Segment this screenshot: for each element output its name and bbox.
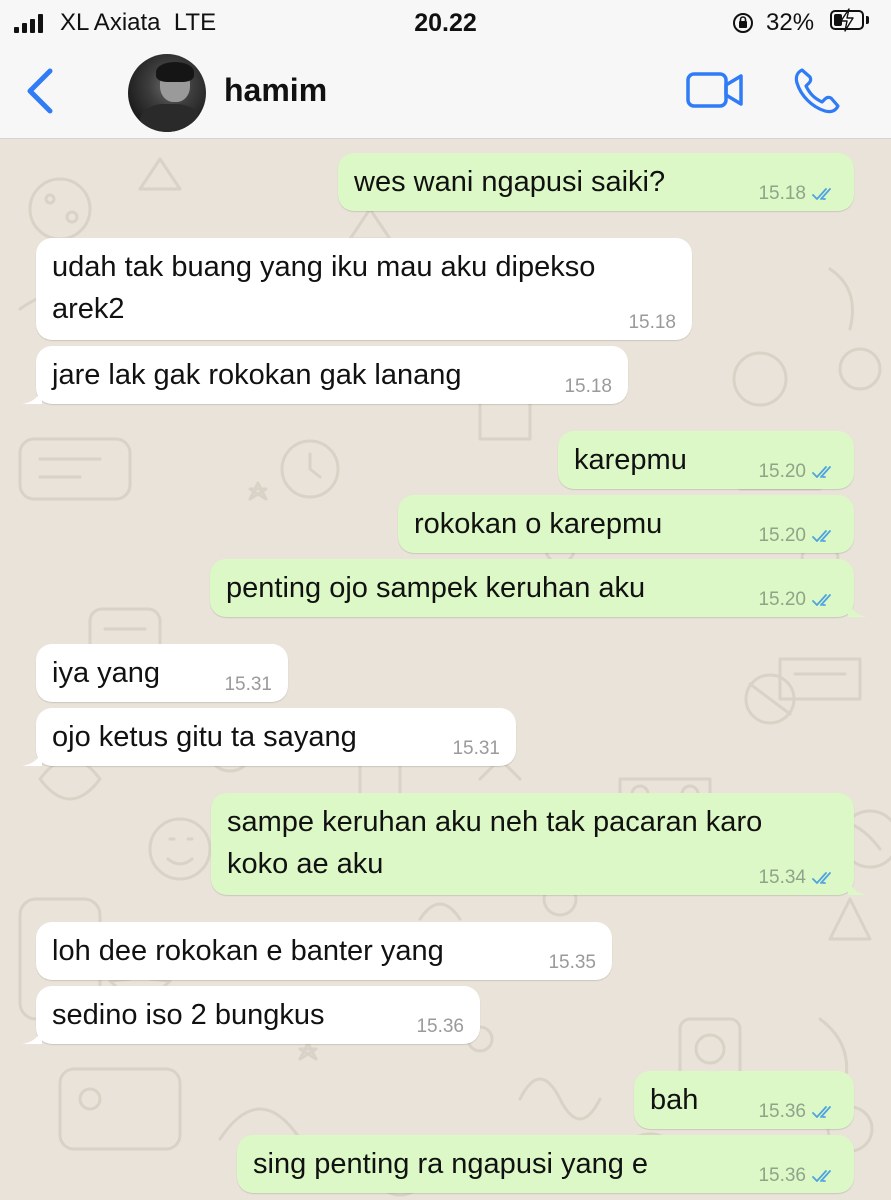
incoming-message[interactable]: udah tak buang yang iku mau aku dipekso … — [36, 238, 692, 340]
message-time: 15.36 — [416, 1016, 464, 1037]
message-meta: 15.36 — [758, 1165, 838, 1187]
message-time: 15.36 — [758, 1101, 806, 1122]
outgoing-message[interactable]: karepmu 15.20 — [558, 431, 854, 489]
message-text: penting ojo sampek keruhan aku — [226, 572, 646, 604]
message-meta: 15.34 — [758, 867, 838, 889]
video-camera-icon[interactable] — [686, 70, 744, 110]
message-text: iya yang — [52, 657, 161, 689]
message-text: bah — [650, 1084, 699, 1116]
message-meta: 15.20 — [758, 525, 838, 547]
message-meta: 15.18 — [564, 376, 612, 398]
message-time: 15.36 — [758, 1165, 806, 1186]
battery-nub — [866, 16, 869, 24]
charging-bolt-icon — [840, 8, 854, 32]
message-text: sing penting ra ngapusi yang e — [253, 1148, 649, 1180]
message-list[interactable]: wes wani ngapusi saiki? 15.18 udah tak bua… — [0, 139, 891, 1200]
message-text: rokokan o karepmu — [414, 508, 663, 540]
outgoing-message[interactable]: bah 15.36 — [634, 1071, 854, 1129]
message-text: udah tak buang yang iku mau aku dipekso … — [52, 251, 596, 325]
message-meta: 15.31 — [452, 738, 500, 760]
status-bar: XL Axiata LTE 20.22 32% — [0, 0, 891, 46]
outgoing-message[interactable]: sing penting ra ngapusi yang e 15.36 — [237, 1135, 854, 1193]
message-meta: 15.31 — [224, 674, 272, 696]
bubble-tail — [22, 748, 42, 766]
message-meta: 15.18 — [758, 183, 838, 205]
message-time: 15.20 — [758, 525, 806, 546]
read-receipt-icon — [812, 594, 831, 606]
message-time: 15.31 — [452, 738, 500, 759]
incoming-message[interactable]: ojo ketus gitu ta sayang 15.31 — [22, 708, 516, 766]
message-meta: 15.36 — [758, 1101, 838, 1123]
message-time: 15.20 — [758, 461, 806, 482]
clock: 20.22 — [414, 9, 477, 37]
message-time: 15.31 — [224, 674, 272, 695]
message-time: 15.18 — [758, 183, 806, 204]
incoming-message[interactable]: jare lak gak rokokan gak lanang 15.18 — [22, 346, 628, 404]
back-chevron-icon[interactable] — [22, 68, 58, 114]
contact-name[interactable]: hamim — [224, 72, 327, 109]
read-receipt-icon — [812, 530, 831, 542]
message-text: ojo ketus gitu ta sayang — [52, 721, 357, 753]
message-meta: 15.20 — [758, 461, 838, 483]
message-meta: 15.18 — [628, 312, 676, 334]
incoming-message[interactable]: sedino iso 2 bungkus 15.36 — [22, 986, 480, 1044]
message-text: wes wani ngapusi saiki? — [354, 166, 666, 198]
message-text: sedino iso 2 bungkus — [52, 999, 325, 1031]
avatar-body-shape — [140, 104, 200, 132]
incoming-message[interactable]: loh dee rokokan e banter yang 15.35 — [36, 922, 612, 980]
outgoing-message[interactable]: sampe keruhan aku neh tak pacaran karo k… — [211, 793, 868, 895]
message-meta: 15.20 — [758, 589, 838, 611]
message-text: jare lak gak rokokan gak lanang — [52, 359, 462, 391]
read-receipt-icon — [812, 1106, 831, 1118]
read-receipt-icon — [812, 1170, 831, 1182]
rotation-lock-icon — [733, 13, 753, 33]
read-receipt-icon — [812, 188, 831, 200]
read-receipt-icon — [812, 466, 831, 478]
message-time: 15.18 — [628, 312, 676, 333]
incoming-message[interactable]: iya yang 15.31 — [36, 644, 288, 702]
bubble-tail — [848, 877, 868, 895]
message-text: karepmu — [574, 444, 687, 476]
battery-percent: 32% — [766, 9, 815, 36]
chat-header: hamim — [0, 46, 891, 139]
message-meta: 15.35 — [548, 952, 596, 974]
avatar[interactable] — [128, 54, 206, 132]
avatar-hair-shape — [156, 62, 194, 82]
message-text: sampe keruhan aku neh tak pacaran karo k… — [227, 806, 763, 880]
message-time: 15.34 — [758, 867, 806, 888]
outgoing-message[interactable]: rokokan o karepmu 15.20 — [398, 495, 854, 553]
message-time: 15.18 — [564, 376, 612, 397]
outgoing-message[interactable]: wes wani ngapusi saiki? 15.18 — [338, 153, 854, 211]
message-time: 15.35 — [548, 952, 596, 973]
message-meta: 15.36 — [416, 1016, 464, 1038]
bubble-tail — [22, 386, 42, 404]
phone-icon[interactable] — [792, 66, 842, 116]
bubble-tail — [848, 599, 868, 617]
message-time: 15.20 — [758, 589, 806, 610]
message-text: loh dee rokokan e banter yang — [52, 935, 444, 967]
bubble-tail — [22, 1026, 42, 1044]
read-receipt-icon — [812, 872, 831, 884]
outgoing-message[interactable]: penting ojo sampek keruhan aku 15.20 — [210, 559, 868, 617]
